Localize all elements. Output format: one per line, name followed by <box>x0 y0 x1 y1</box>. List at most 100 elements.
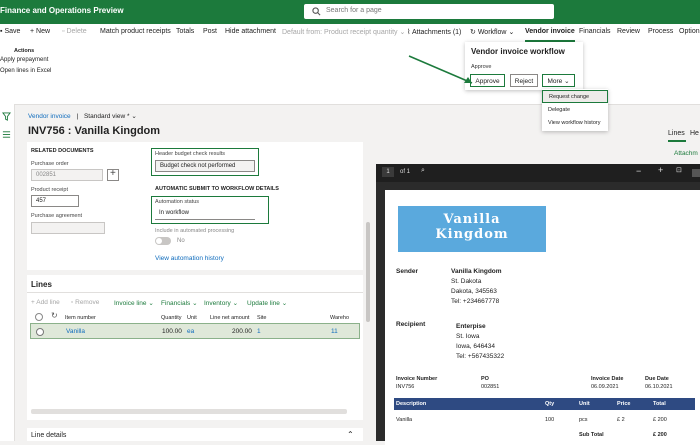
budget-check-field[interactable]: Budget check not performed <box>155 160 255 172</box>
cell-item-number[interactable]: Vanilla <box>66 328 85 335</box>
save-button[interactable]: ▪ Save <box>0 28 20 38</box>
update-line-label: Update line <box>247 300 280 307</box>
add-purchase-order-button[interactable] <box>107 168 119 181</box>
col-site[interactable]: Site <box>257 315 266 321</box>
include-automated-toggle[interactable] <box>155 237 171 245</box>
invoice-row-description: Vanilla <box>396 417 413 423</box>
chevron-down-icon: ⌄ <box>564 78 570 85</box>
workflow-label: Workflow <box>477 29 507 36</box>
invoice-col-unit: Unit <box>579 401 590 407</box>
default-from-label: Default from: Product receipt quantity <box>282 29 398 36</box>
add-line-button[interactable]: + Add line <box>31 299 60 306</box>
form-scrollbar[interactable] <box>366 222 370 322</box>
invoice-table-body: Vanilla 100 pcs £ 2 £ 200 Sub Total £ 20… <box>394 412 695 441</box>
budget-check-label: Header budget check results <box>155 151 226 157</box>
attachments-link[interactable]: Attachm <box>674 150 698 157</box>
cell-line-net-amount[interactable]: 200.00 <box>232 328 252 335</box>
post-button[interactable]: Post <box>203 28 217 38</box>
delete-label: Delete <box>66 28 87 35</box>
include-automated-value: No <box>177 238 185 244</box>
workflow-popup-title: Vendor invoice workflow <box>471 47 565 56</box>
workflow-popup: Vendor invoice workflow Approve Approve … <box>465 42 583 90</box>
chevron-down-icon: ⌄ <box>508 29 515 36</box>
save-icon: ▪ <box>0 28 3 35</box>
tab-review[interactable]: Review <box>617 28 640 38</box>
recipient-tel: Tel: +567435322 <box>456 353 505 360</box>
inventory-label: Inventory <box>204 300 231 307</box>
zoom-out-icon[interactable]: − <box>636 166 641 176</box>
tab-financials[interactable]: Financials <box>579 28 611 38</box>
menu-item-delegate[interactable]: Delegate <box>542 104 608 117</box>
new-label: New <box>36 28 51 35</box>
include-automated-label: Include in automated processing <box>155 228 235 234</box>
tab-options[interactable]: Options <box>679 28 700 38</box>
workflow-icon: ↻ <box>470 29 476 36</box>
search-placeholder: Search for a page <box>326 7 382 14</box>
viewer-scroll-icon[interactable] <box>692 169 700 177</box>
filter-icon[interactable] <box>2 112 11 121</box>
reject-button[interactable]: Reject <box>510 74 538 87</box>
menu-item-view-workflow-history[interactable]: View workflow history <box>542 117 608 130</box>
purchase-order-field[interactable]: 002851 <box>31 169 103 181</box>
automation-status-field[interactable]: In workflow <box>155 208 255 220</box>
search-icon[interactable]: ⌕ <box>421 167 425 175</box>
cell-unit[interactable]: ea <box>187 328 194 335</box>
product-receipt-field[interactable]: 457 <box>31 195 79 207</box>
col-warehouse[interactable]: Wareho <box>330 315 349 321</box>
chevron-up-icon[interactable]: ⌃ <box>347 430 354 439</box>
page-number-input[interactable]: 1 <box>382 167 394 177</box>
tab-process[interactable]: Process <box>648 28 673 38</box>
view-selector[interactable]: Standard view * <box>84 113 130 120</box>
row-checkbox[interactable] <box>36 328 44 336</box>
invoice-table-header: Description Qty Unit Price Total <box>394 398 695 410</box>
cell-quantity[interactable]: 100.00 <box>162 328 182 335</box>
purchase-agreement-field[interactable] <box>31 222 105 234</box>
tab-vendor-invoice[interactable]: Vendor invoice <box>525 28 575 42</box>
recipient-address-2: Iowa, 646434 <box>456 343 496 350</box>
inventory-menu[interactable]: Inventory ⌄ <box>204 299 238 307</box>
menu-item-request-change[interactable]: Request change <box>542 90 608 103</box>
chevron-down-icon: ⌄ <box>131 113 137 120</box>
tab-header[interactable]: He <box>690 130 699 137</box>
update-line-menu[interactable]: Update line ⌄ <box>247 299 287 307</box>
cell-site[interactable]: 1 <box>257 328 261 335</box>
apply-prepayment-button[interactable]: Apply prepayment <box>0 57 48 63</box>
match-product-receipts-button[interactable]: Match product receipts <box>100 28 171 38</box>
col-line-net-amount[interactable]: Line net amount <box>210 315 249 321</box>
invoice-line-menu[interactable]: Invoice line ⌄ <box>114 299 154 307</box>
new-button[interactable]: + New <box>30 28 50 38</box>
menu-icon[interactable] <box>2 130 11 139</box>
more-menu: Request change Delegate View workflow hi… <box>542 89 608 131</box>
workflow-button[interactable]: ↻ Workflow ⌄ <box>470 28 514 38</box>
more-button[interactable]: More ⌄ <box>542 74 575 87</box>
delete-button[interactable]: ▫ Delete <box>62 28 87 38</box>
breadcrumb-link[interactable]: Vendor invoice <box>28 113 71 120</box>
cell-warehouse[interactable]: 11 <box>331 328 338 335</box>
remove-line-button[interactable]: ▫ Remove <box>71 299 99 306</box>
view-automation-history-link[interactable]: View automation history <box>155 255 224 262</box>
invoice-row-qty: 100 <box>545 417 555 423</box>
tab-lines[interactable]: Lines <box>668 130 685 137</box>
col-unit[interactable]: Unit <box>187 315 197 321</box>
select-all-checkbox[interactable] <box>35 313 43 321</box>
paperclip-icon: ⌇ <box>407 29 411 36</box>
col-quantity[interactable]: Quantity <box>161 315 181 321</box>
viewer-toolbar: ≡ 1 of 1 ⌕ − + ⊡ <box>376 164 700 182</box>
line-details-section[interactable]: Line details ⌃ <box>27 428 363 441</box>
default-from-dropdown[interactable]: Default from: Product receipt quantity ⌄ <box>282 28 405 38</box>
hide-attachment-button[interactable]: Hide attachment <box>225 28 276 38</box>
horizontal-scrollbar[interactable] <box>31 409 347 414</box>
attachments-button[interactable]: ⌇ Attachments (1) <box>407 28 461 38</box>
search-input[interactable]: Search for a page <box>304 4 554 19</box>
chevron-down-icon: ⌄ <box>232 300 239 307</box>
financials-menu[interactable]: Financials ⌄ <box>161 299 198 307</box>
zoom-in-icon[interactable]: + <box>658 165 663 175</box>
open-lines-excel-button[interactable]: Open lines in Excel <box>0 68 51 74</box>
totals-button[interactable]: Totals <box>176 28 194 38</box>
refresh-icon[interactable]: ↻ <box>51 311 58 320</box>
col-item-number[interactable]: Item number <box>65 315 96 321</box>
sender-tel: Tel: +234667778 <box>451 298 500 305</box>
fit-page-icon[interactable]: ⊡ <box>676 166 682 174</box>
search-icon <box>312 7 321 16</box>
breadcrumb-separator: | <box>76 113 79 120</box>
